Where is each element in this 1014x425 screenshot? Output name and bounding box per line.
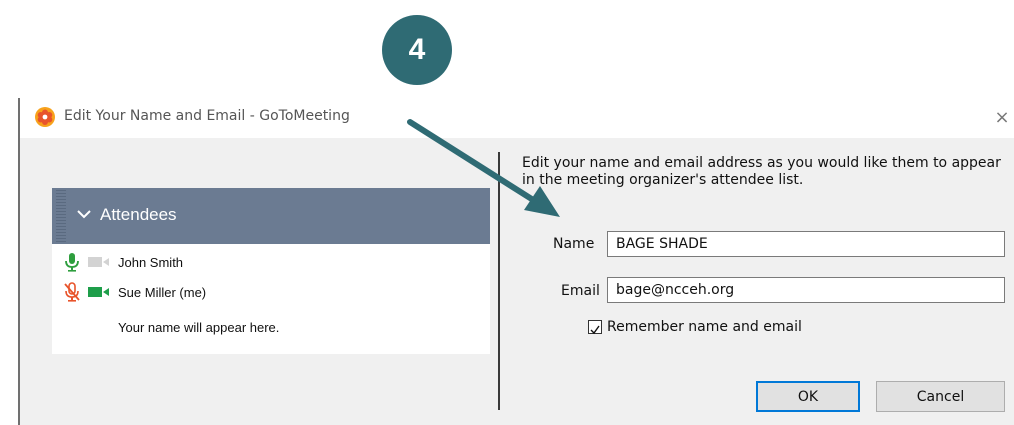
chevron-down-icon[interactable]	[74, 204, 94, 224]
panel-divider	[498, 152, 500, 410]
step-badge: 4	[382, 15, 452, 85]
email-label: Email	[561, 283, 600, 299]
email-field[interactable]	[607, 277, 1005, 303]
attendee-row: John Smith	[52, 250, 490, 276]
attendees-title: Attendees	[100, 205, 177, 224]
close-button[interactable]: ×	[990, 102, 1014, 132]
mic-muted-icon	[64, 282, 80, 302]
name-label: Name	[553, 236, 595, 252]
camera-off-icon	[88, 257, 109, 267]
gotomeeting-flower-icon	[35, 107, 55, 127]
attendee-row: Sue Miller (me)	[52, 280, 490, 306]
cancel-button[interactable]: Cancel	[876, 381, 1005, 412]
name-field[interactable]	[607, 231, 1005, 257]
attendee-name: Sue Miller (me)	[118, 285, 207, 300]
ok-button[interactable]: OK	[756, 381, 860, 412]
window-title: Edit Your Name and Email - GoToMeeting	[64, 108, 350, 124]
name-placement-note: Your name will appear here.	[118, 320, 280, 335]
mic-on-icon	[65, 253, 79, 272]
drag-grip-icon[interactable]	[56, 190, 66, 242]
instructions-text: Edit your name and email address as you …	[522, 155, 1001, 188]
remember-label[interactable]: Remember name and email	[607, 319, 802, 335]
attendees-header[interactable]: Attendees	[52, 188, 490, 244]
window-edge	[18, 98, 20, 425]
attendees-preview-panel: Attendees John Smith Sue Miller (me) You…	[52, 188, 490, 354]
remember-checkbox[interactable]	[588, 320, 602, 335]
camera-on-icon	[88, 287, 109, 297]
attendee-name: John Smith	[118, 255, 184, 270]
title-bar[interactable]: Edit Your Name and Email - GoToMeeting ×	[20, 98, 1014, 138]
checkmark-icon	[590, 325, 600, 335]
